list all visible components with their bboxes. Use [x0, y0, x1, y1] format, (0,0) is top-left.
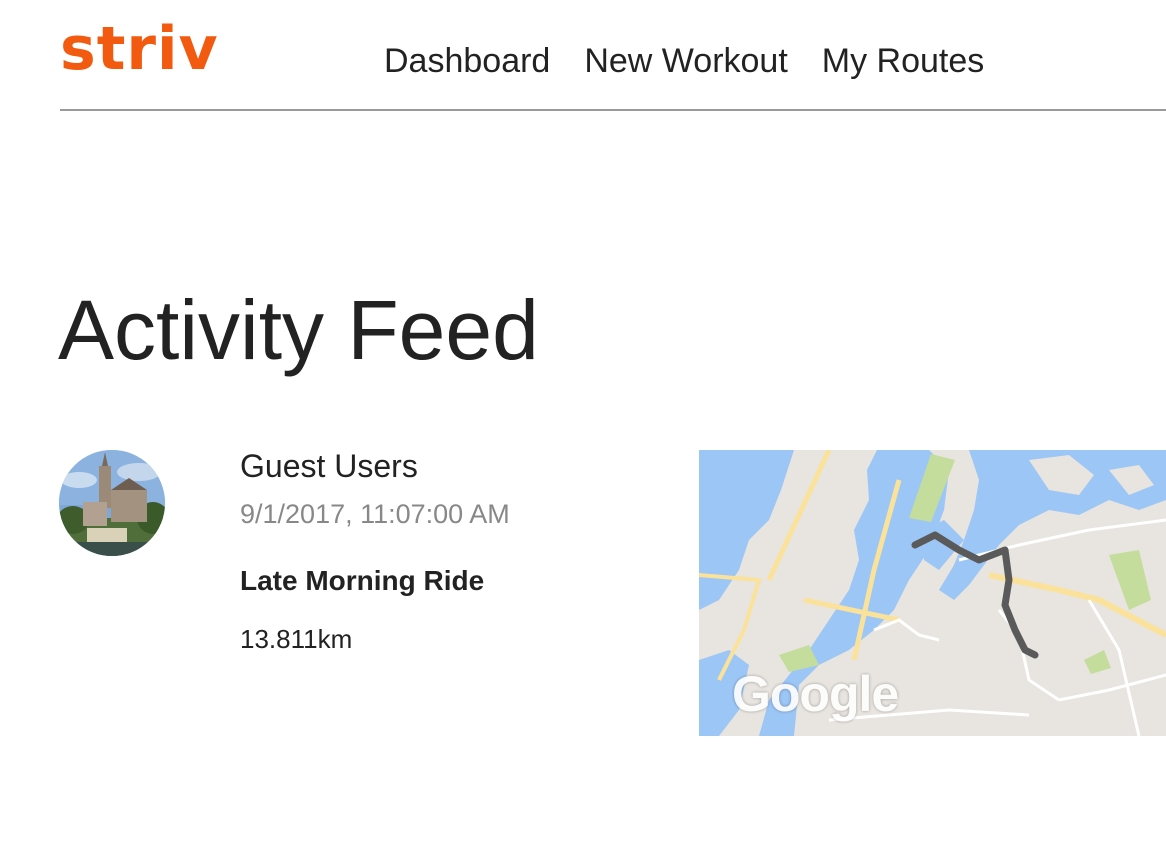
- nav-dashboard-link[interactable]: Dashboard: [384, 40, 550, 82]
- workout-title[interactable]: Late Morning Ride: [240, 563, 484, 599]
- nav-my-routes-link[interactable]: My Routes: [822, 40, 985, 82]
- page-title: Activity Feed: [58, 283, 539, 377]
- feed-timestamp: 9/1/2017, 11:07:00 AM: [240, 499, 510, 529]
- route-map[interactable]: Google: [699, 450, 1166, 736]
- striv-logo[interactable]: striv: [60, 14, 219, 84]
- main-nav: Dashboard New Workout My Routes: [384, 40, 984, 82]
- google-attribution-logo: Google: [732, 666, 899, 722]
- nav-new-workout-link[interactable]: New Workout: [584, 40, 787, 82]
- workout-distance: 13.811km: [240, 624, 353, 654]
- feed-user-name[interactable]: Guest Users: [240, 446, 418, 486]
- avatar-church-image: [59, 450, 165, 556]
- top-header: striv Dashboard New Workout My Routes: [60, 0, 1166, 111]
- avatar[interactable]: [59, 450, 165, 556]
